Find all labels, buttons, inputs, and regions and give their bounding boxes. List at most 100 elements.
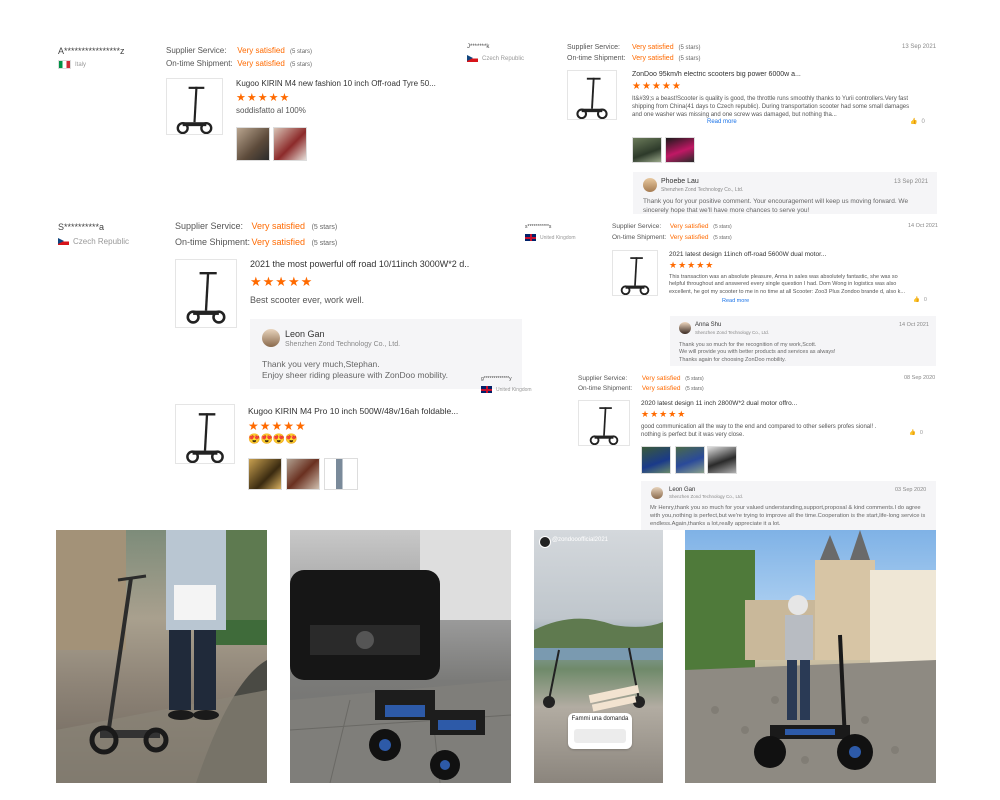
country-label: United Kingdom bbox=[496, 386, 532, 393]
czech-flag-icon bbox=[58, 238, 69, 245]
reply-text: Thank you for your positive comment. You… bbox=[643, 198, 909, 214]
seller-reply: Phoebe Lau Shenzhen Zond Technology Co.,… bbox=[633, 172, 937, 214]
review-photo-thumb[interactable] bbox=[273, 127, 307, 161]
seller-avatar bbox=[651, 487, 663, 499]
country-label: United Kingdom bbox=[540, 234, 576, 241]
product-thumbnail[interactable] bbox=[175, 259, 237, 328]
ontime-shipment-value: Very satisfied bbox=[641, 385, 681, 392]
ontime-shipment-rating: On-time Shipment: Very satisfied (5 star… bbox=[567, 55, 701, 62]
supplier-service-label: Supplier Service: bbox=[175, 221, 244, 231]
review-text: Best scooter ever, work well. bbox=[250, 295, 365, 305]
customer-photo-cobblestone-rider[interactable] bbox=[685, 530, 936, 783]
country-label: Czech Republic bbox=[482, 55, 525, 62]
rating-stars: ★★★★★ bbox=[248, 419, 307, 433]
story-question-sticker[interactable]: Fammi una domanda bbox=[568, 713, 632, 749]
rating-stars: ★★★★★ bbox=[669, 260, 715, 270]
supplier-service-rating: Supplier Service: Very satisfied (5 star… bbox=[166, 46, 312, 55]
review-photo-thumb[interactable] bbox=[324, 458, 358, 490]
product-title[interactable]: ZonDoo 95km/h electric scooters big powe… bbox=[632, 71, 822, 78]
ontime-shipment-rating: On-time Shipment: Very satisfied (5 star… bbox=[578, 385, 704, 392]
review-photo-thumb[interactable] bbox=[641, 446, 671, 474]
product-thumbnail[interactable] bbox=[166, 78, 223, 135]
product-title[interactable]: 2021 latest design 11inch off-road 5600W… bbox=[669, 251, 839, 258]
product-thumbnail[interactable] bbox=[567, 70, 617, 120]
product-thumbnail[interactable] bbox=[175, 404, 235, 464]
rating-stars: ★★★★★ bbox=[641, 409, 687, 419]
reply-text: Mr Henry,thank you so much for your valu… bbox=[650, 505, 926, 527]
like-button[interactable]: 👍 0 bbox=[910, 118, 925, 126]
ontime-shipment-stars: (5 stars) bbox=[678, 56, 701, 62]
uk-flag-icon bbox=[525, 234, 536, 241]
customer-photo-garage-scooters[interactable] bbox=[290, 530, 511, 783]
seller-avatar bbox=[679, 322, 691, 334]
ontime-shipment-label: On-time Shipment: bbox=[175, 237, 251, 247]
like-count: 0 bbox=[923, 297, 927, 303]
like-count: 0 bbox=[919, 430, 923, 436]
reply-text: Thank you very much,Stephan. Enjoy sheer… bbox=[262, 359, 448, 381]
review-photo-thumb[interactable] bbox=[707, 446, 737, 474]
seller-name: Leon Gan bbox=[285, 329, 325, 339]
ontime-shipment-rating: On-time Shipment: Very satisfied (5 star… bbox=[612, 234, 732, 241]
seller-company: Shenzhen Zond Technology Co., Ltd. bbox=[661, 187, 744, 193]
supplier-service-label: Supplier Service: bbox=[567, 44, 620, 51]
czech-flag-icon bbox=[467, 55, 478, 62]
reviewer-country: Czech Republic bbox=[58, 237, 129, 246]
ontime-shipment-label: On-time Shipment: bbox=[166, 59, 233, 68]
review-text: good communication all the way to the en… bbox=[641, 424, 877, 439]
product-title[interactable]: 2021 the most powerful off road 10/11inc… bbox=[250, 259, 470, 269]
photo-illustration bbox=[685, 530, 936, 783]
seller-reply: Leon Gan Shenzhen Zond Technology Co., L… bbox=[641, 481, 936, 530]
ontime-shipment-stars: (5 stars) bbox=[713, 235, 732, 241]
product-title[interactable]: Kugoo KIRIN M4 Pro 10 inch 500W/48v/16ah… bbox=[248, 406, 458, 416]
read-more-link[interactable]: Read more bbox=[707, 119, 737, 125]
seller-company: Shenzhen Zond Technology Co., Ltd. bbox=[695, 330, 769, 335]
review-photo-thumb[interactable] bbox=[675, 446, 705, 474]
review-photo-thumb[interactable] bbox=[632, 137, 662, 163]
rating-stars: ★★★★★ bbox=[236, 92, 291, 104]
ontime-shipment-stars: (5 stars) bbox=[685, 386, 704, 392]
seller-avatar bbox=[262, 329, 280, 347]
review-photo-thumb[interactable] bbox=[236, 127, 270, 161]
reply-date: 13 Sep 2021 bbox=[894, 179, 929, 185]
seller-company: Shenzhen Zond Technology Co., Ltd. bbox=[669, 494, 743, 499]
country-label: Italy bbox=[75, 61, 87, 68]
reply-text: Thank you so much for the recognition of… bbox=[679, 342, 836, 363]
product-thumbnail[interactable] bbox=[612, 250, 658, 296]
supplier-service-stars: (5 stars) bbox=[713, 224, 732, 230]
supplier-service-rating: Supplier Service: Very satisfied (5 star… bbox=[578, 375, 704, 382]
review-photo-thumb[interactable] bbox=[286, 458, 320, 490]
supplier-service-value: Very satisfied bbox=[631, 44, 674, 51]
like-count: 0 bbox=[921, 118, 925, 125]
review-text: soddisfatto al 100% bbox=[236, 106, 306, 115]
read-more-link[interactable]: Read more bbox=[722, 298, 749, 304]
like-button[interactable]: 👍 0 bbox=[913, 297, 927, 303]
thumbs-up-icon: 👍 bbox=[910, 119, 918, 125]
ontime-shipment-rating: On-time Shipment: Very satisfied (5 star… bbox=[166, 59, 312, 68]
question-input[interactable] bbox=[574, 729, 626, 743]
review-photo-thumb[interactable] bbox=[248, 458, 282, 490]
reviewer-country: Czech Republic bbox=[467, 55, 524, 62]
product-title[interactable]: Kugoo KIRIN M4 new fashion 10 inch Off-r… bbox=[236, 79, 436, 88]
product-thumbnail[interactable] bbox=[578, 400, 630, 446]
supplier-service-rating: Supplier Service: Very satisfied (5 star… bbox=[175, 221, 337, 231]
supplier-service-value: Very satisfied bbox=[669, 223, 709, 230]
review-date: 08 Sep 2020 bbox=[904, 375, 936, 381]
photo-illustration bbox=[290, 530, 511, 783]
supplier-service-stars: (5 stars) bbox=[685, 376, 704, 382]
customer-photo-man-with-scooter[interactable] bbox=[56, 530, 267, 783]
review-text: 😍😍😍😍 bbox=[248, 434, 298, 445]
customer-photo-instagram-story[interactable]: @zondooofficial2021 Fammi una domanda bbox=[534, 530, 663, 783]
ontime-shipment-value: Very satisfied bbox=[669, 234, 709, 241]
reviewer-country: United Kingdom bbox=[481, 386, 532, 393]
ontime-shipment-value: Very satisfied bbox=[251, 237, 306, 247]
review-photo-thumb[interactable] bbox=[665, 137, 695, 163]
supplier-service-label: Supplier Service: bbox=[578, 375, 628, 382]
like-button[interactable]: 👍 0 bbox=[909, 430, 923, 436]
reply-date: 14 Oct 2021 bbox=[899, 322, 929, 328]
review-body: This transaction was an absolute pleasur… bbox=[669, 274, 906, 295]
review-date: 13 Sep 2021 bbox=[902, 44, 937, 50]
product-title[interactable]: 2020 latest design 11 inch 2800W*2 dual … bbox=[641, 400, 811, 407]
supplier-service-value: Very satisfied bbox=[251, 221, 306, 231]
review-text: This transaction was an absolute pleasur… bbox=[669, 274, 914, 304]
seller-name: Anna Shu bbox=[695, 322, 722, 328]
